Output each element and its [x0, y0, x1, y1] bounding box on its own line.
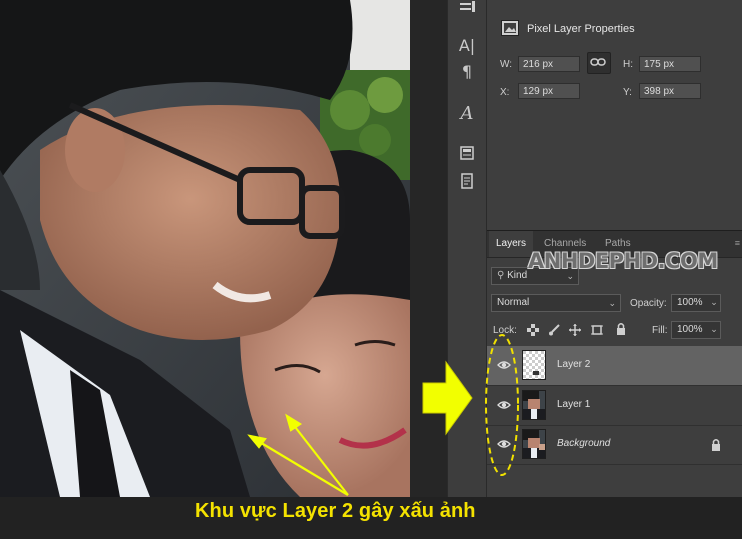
panel-menu-icon[interactable]: ≡ — [735, 238, 740, 248]
notes-icon[interactable] — [457, 145, 477, 165]
layer-row-layer-2[interactable]: Layer 2 — [487, 346, 742, 386]
layer-name: Layer 2 — [557, 359, 591, 370]
eye-icon[interactable] — [497, 437, 511, 451]
layer-thumbnail — [522, 429, 546, 459]
artboard-icon[interactable] — [591, 323, 603, 341]
layer-row-layer-1[interactable]: Layer 1 — [487, 386, 742, 426]
tab-layers[interactable]: Layers — [489, 231, 534, 257]
layer-thumbnail — [522, 350, 546, 380]
y-label: Y: — [623, 87, 632, 98]
lock-transparent-icon[interactable] — [527, 323, 539, 341]
layer-name: Background — [557, 438, 611, 449]
eye-icon[interactable] — [497, 358, 511, 372]
filter-kind-label: Kind — [507, 270, 528, 281]
x-label: X: — [500, 87, 510, 98]
lock-all-icon[interactable] — [615, 322, 627, 340]
adjust-icon[interactable] — [457, 0, 477, 20]
properties-title: Pixel Layer Properties — [527, 23, 635, 35]
photo-image — [0, 0, 410, 497]
search-icon: ⚲ — [497, 270, 505, 281]
link-icon — [590, 58, 606, 66]
pixel-layer-icon — [501, 20, 519, 36]
eye-icon[interactable] — [497, 398, 511, 412]
opacity-label: Opacity: — [630, 298, 667, 309]
link-dimensions-button[interactable] — [587, 52, 611, 74]
document-icon[interactable] — [457, 173, 477, 193]
document-canvas[interactable] — [0, 0, 410, 497]
layer-thumbnail — [522, 390, 546, 420]
y-field[interactable]: 398 px — [639, 83, 701, 99]
properties-panel: Pixel Layer Properties W: 216 px H: 175 … — [487, 0, 742, 230]
width-field[interactable]: 216 px — [518, 56, 580, 72]
fill-label: Fill: — [652, 325, 668, 336]
watermark-logo: ANHDEPHD.COM — [528, 249, 718, 273]
w-label: W: — [500, 59, 513, 70]
blend-mode-value: Normal — [497, 297, 530, 308]
lock-label: Lock: — [493, 325, 517, 336]
glyphs-icon[interactable]: A — [457, 104, 477, 124]
lock-icon — [710, 438, 722, 451]
chevron-down-icon: ⌄ — [608, 298, 616, 308]
brush-icon[interactable] — [548, 323, 560, 341]
properties-header: Pixel Layer Properties — [487, 15, 742, 43]
annotation-caption: Khu vực Layer 2 gây xấu ảnh — [195, 500, 476, 522]
character-icon[interactable]: A| — [457, 36, 477, 56]
h-label: H: — [623, 59, 633, 70]
panel-icon-strip: A| ¶ A — [447, 0, 487, 497]
fill-chevron-icon[interactable]: ⌄ — [707, 321, 721, 339]
blend-mode-dropdown[interactable]: Normal ⌄ — [491, 294, 621, 312]
move-icon[interactable] — [569, 323, 581, 341]
x-field[interactable]: 129 px — [518, 83, 580, 99]
height-field[interactable]: 175 px — [639, 56, 701, 72]
layer-name: Layer 1 — [557, 399, 591, 410]
workspace-gutter — [410, 0, 447, 497]
opacity-chevron-icon[interactable]: ⌄ — [707, 294, 721, 312]
layer-row-background[interactable]: Background — [487, 425, 742, 465]
paragraph-icon[interactable]: ¶ — [457, 62, 477, 82]
